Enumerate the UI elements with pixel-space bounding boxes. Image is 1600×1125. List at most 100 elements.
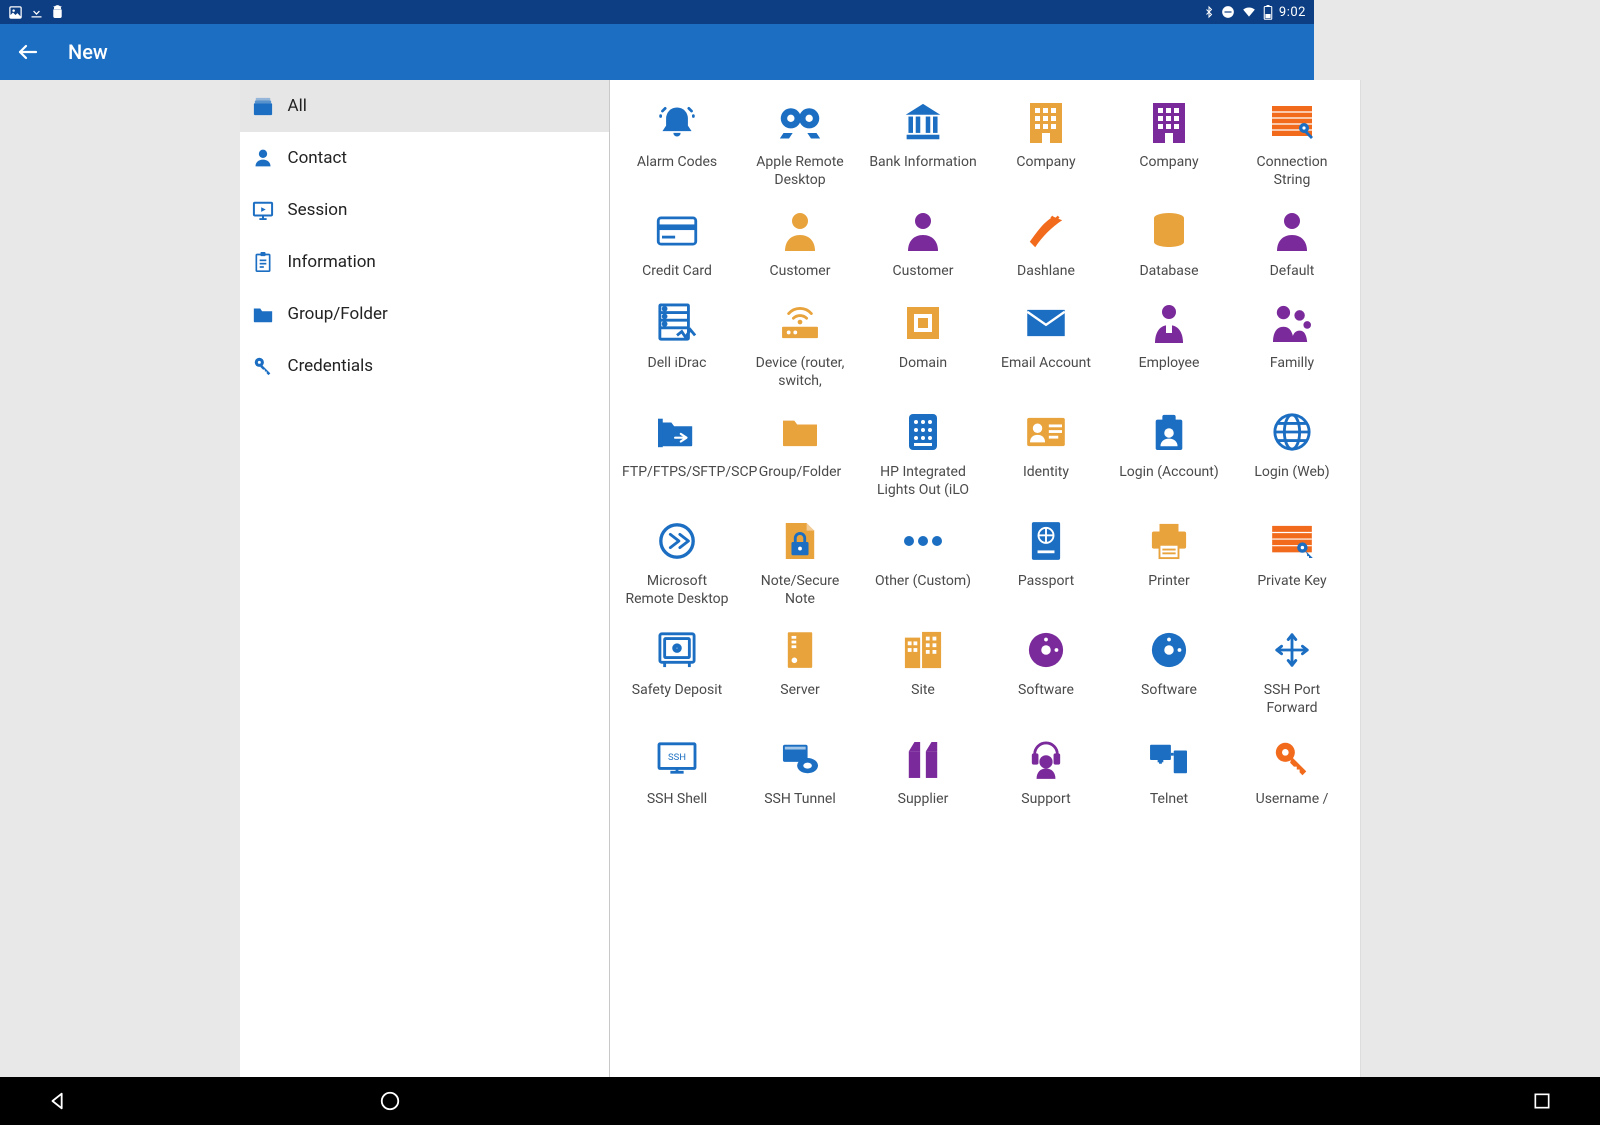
tile-familly[interactable]: Familly [1231, 295, 1354, 390]
tile-label: Support [1021, 791, 1070, 809]
status-left-icons [8, 5, 65, 20]
tile-label: Database [1139, 263, 1198, 281]
tile-dell-idrac[interactable]: Dell iDrac [616, 295, 739, 390]
tile-label: Email Account [1001, 355, 1091, 373]
tile-software-1[interactable]: Software [985, 622, 1108, 717]
tile-username[interactable]: Username / [1231, 731, 1354, 809]
ftp-icon [655, 410, 699, 454]
tile-label: Company [1139, 154, 1198, 172]
status-right-icons: 9:02 [1203, 5, 1306, 20]
nav-home-button[interactable] [376, 1087, 404, 1115]
nav-back-button[interactable] [44, 1087, 72, 1115]
familly-icon [1270, 301, 1314, 345]
ssh-port-fwd-icon [1270, 628, 1314, 672]
tile-alarm-codes[interactable]: Alarm Codes [616, 94, 739, 189]
tile-label: Site [911, 682, 935, 700]
information-icon [252, 251, 274, 273]
tile-employee[interactable]: Employee [1108, 295, 1231, 390]
tile-connection-string[interactable]: Connection String [1231, 94, 1354, 189]
tile-ftp[interactable]: FTP/FTPS/SFTP/SCP [616, 404, 739, 499]
credentials-icon [252, 355, 274, 377]
tile-supplier[interactable]: Supplier [862, 731, 985, 809]
sidebar-item-groupfolder[interactable]: Group/Folder [240, 288, 609, 340]
status-clock: 9:02 [1279, 5, 1306, 20]
page-title: New [68, 40, 108, 64]
tile-customer-2[interactable]: Customer [862, 203, 985, 281]
tile-label: Credit Card [642, 263, 712, 281]
secure-note-icon [778, 519, 822, 563]
tile-other-custom[interactable]: Other (Custom) [862, 513, 985, 608]
tile-label: Printer [1148, 573, 1189, 591]
sidebar-item-information[interactable]: Information [240, 236, 609, 288]
sidebar-item-all[interactable]: All [240, 80, 609, 132]
hp-ilo-icon [901, 410, 945, 454]
session-icon [252, 199, 274, 221]
tile-database[interactable]: Database [1108, 203, 1231, 281]
tile-label: Device (router, switch, [745, 355, 855, 390]
tile-identity[interactable]: Identity [985, 404, 1108, 499]
tile-passport[interactable]: Passport [985, 513, 1108, 608]
back-button[interactable] [16, 40, 40, 64]
sidebar-item-label: Group/Folder [288, 304, 388, 324]
email-account-icon [1024, 301, 1068, 345]
tile-printer[interactable]: Printer [1108, 513, 1231, 608]
tile-site[interactable]: Site [862, 622, 985, 717]
tile-safety-deposit[interactable]: Safety Deposit [616, 622, 739, 717]
support-icon [1024, 737, 1068, 781]
entry-type-grid: Alarm CodesApple Remote Desktop Bank Info… [616, 94, 1354, 809]
dnd-icon [1221, 5, 1235, 19]
passport-icon [1024, 519, 1068, 563]
software-1-icon [1024, 628, 1068, 672]
tile-login-account[interactable]: Login (Account) [1108, 404, 1231, 499]
printer-icon [1147, 519, 1191, 563]
ssh-shell-icon: SSH [655, 737, 699, 781]
tile-ssh-port-fwd[interactable]: SSH Port Forward [1231, 622, 1354, 717]
tile-label: Login (Web) [1254, 464, 1329, 482]
identity-icon [1024, 410, 1068, 454]
tile-label: Bank Information [869, 154, 976, 172]
tile-email-account[interactable]: Email Account [985, 295, 1108, 390]
tile-secure-note[interactable]: Note/Secure Note [739, 513, 862, 608]
sidebar-item-session[interactable]: Session [240, 184, 609, 236]
tile-label: Login (Account) [1119, 464, 1218, 482]
tile-bank-info[interactable]: Bank Information [862, 94, 985, 189]
category-sidebar: AllContact Session Information Group/Folder… [240, 80, 610, 1077]
tile-ms-rd[interactable]: Microsoft Remote Desktop [616, 513, 739, 608]
download-icon [29, 5, 44, 20]
tile-default[interactable]: Default [1231, 203, 1354, 281]
tile-company-1[interactable]: Company [985, 94, 1108, 189]
tile-dashlane[interactable]: Dashlane [985, 203, 1108, 281]
tile-telnet[interactable]: Telnet [1108, 731, 1231, 809]
sidebar-item-contact[interactable]: Contact [240, 132, 609, 184]
tile-credit-card[interactable]: Credit Card [616, 203, 739, 281]
android-icon [50, 5, 65, 20]
tile-ssh-tunnel[interactable]: SSH Tunnel [739, 731, 862, 809]
tile-support[interactable]: Support [985, 731, 1108, 809]
ms-rd-icon [655, 519, 699, 563]
tile-ssh-shell[interactable]: SSHSSH Shell [616, 731, 739, 809]
tile-label: Server [780, 682, 819, 700]
tile-software-2[interactable]: Software [1108, 622, 1231, 717]
apple-rd-icon [778, 100, 822, 144]
tile-company-2[interactable]: Company [1108, 94, 1231, 189]
groupfolder-icon [252, 303, 274, 325]
tile-private-key[interactable]: Private Key [1231, 513, 1354, 608]
tile-customer-1[interactable]: Customer [739, 203, 862, 281]
tile-label: HP Integrated Lights Out (iLO [868, 464, 978, 499]
tile-apple-rd[interactable]: Apple Remote Desktop [739, 94, 862, 189]
tile-hp-ilo[interactable]: HP Integrated Lights Out (iLO [862, 404, 985, 499]
tile-domain[interactable]: Domain [862, 295, 985, 390]
tile-group-folder[interactable]: Group/Folder [739, 404, 862, 499]
alarm-codes-icon [655, 100, 699, 144]
tile-login-web[interactable]: Login (Web) [1231, 404, 1354, 499]
tile-label: Microsoft Remote Desktop [622, 573, 732, 608]
nav-recent-button[interactable] [1528, 1087, 1556, 1115]
tile-server[interactable]: Server [739, 622, 862, 717]
sidebar-item-label: Session [288, 200, 348, 220]
sidebar-item-credentials[interactable]: Credentials [240, 340, 609, 392]
tile-device[interactable]: Device (router, switch, [739, 295, 862, 390]
employee-icon [1147, 301, 1191, 345]
tile-label: Other (Custom) [875, 573, 971, 591]
dell-idrac-icon [655, 301, 699, 345]
customer-1-icon [778, 209, 822, 253]
